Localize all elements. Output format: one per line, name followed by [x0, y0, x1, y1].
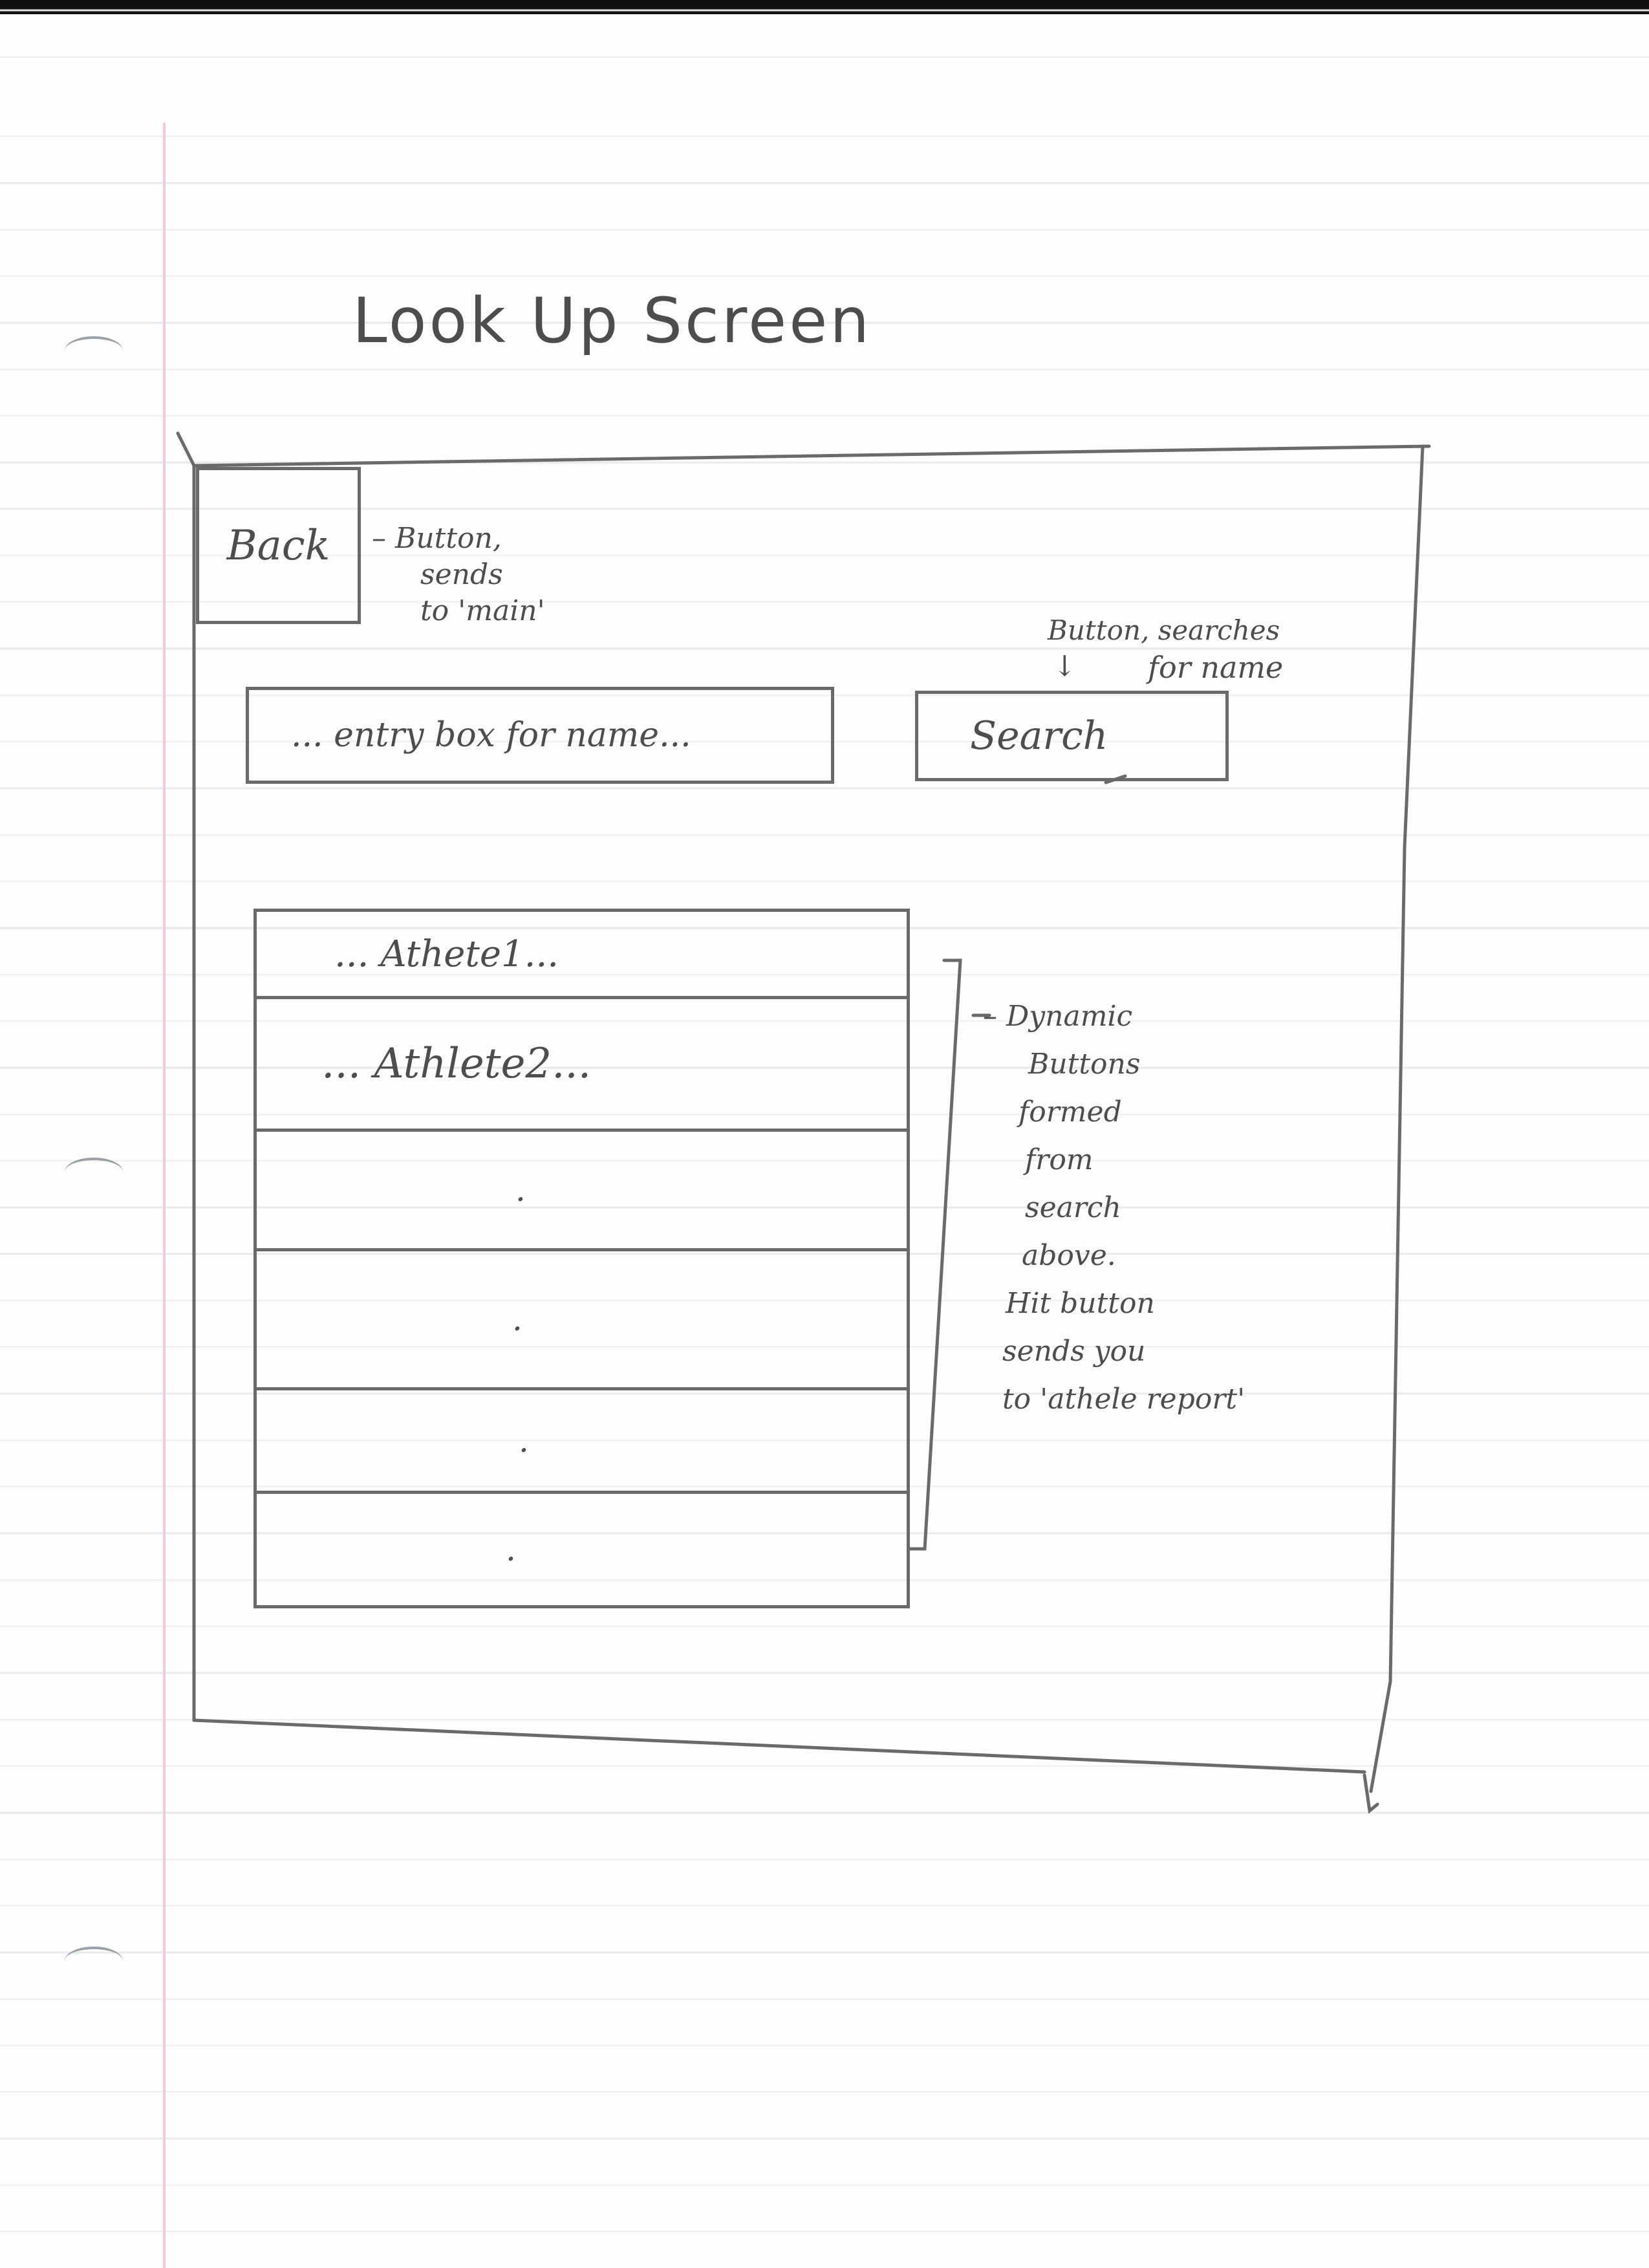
result-row-label: . [512, 1301, 523, 1338]
results-note-line: sends you [1002, 1335, 1146, 1368]
results-note-line: Hit button [1006, 1287, 1155, 1320]
search-button-label: Search [970, 713, 1108, 759]
back-button-label: Back [226, 521, 330, 570]
result-row-button[interactable]: . [257, 1251, 907, 1390]
search-button[interactable]: Search [915, 691, 1229, 781]
results-note-line: above. [1022, 1239, 1116, 1272]
back-note: – Button, sends to 'main' [372, 521, 545, 629]
back-note-line: – Button, [372, 522, 502, 555]
paper-sheet: Look Up Screen Back – Button, sends to '… [0, 0, 1649, 2268]
frame-top-line [176, 431, 1431, 468]
search-note-arrow: ↓ [1053, 650, 1077, 683]
results-note-line: to 'athele report' [1002, 1383, 1245, 1416]
search-note-line: Button, searches [1048, 614, 1280, 646]
results-note: – Dynamic Buttons formed from search abo… [983, 993, 1245, 1423]
result-row-label: . [506, 1531, 516, 1568]
result-row-button[interactable]: . [257, 1132, 907, 1251]
back-button[interactable]: Back [196, 467, 361, 624]
search-note-line: for name [1148, 650, 1284, 685]
result-row-button[interactable]: ... Athete1... [257, 912, 907, 999]
results-list: ... Athete1... ... Athlete2... . . . . [253, 909, 910, 1608]
back-note-line: sends [420, 558, 503, 591]
results-note-line: search [1025, 1191, 1121, 1224]
result-row-label: . [519, 1421, 529, 1460]
result-row-button[interactable]: . [257, 1494, 907, 1605]
results-note-line: formed [1018, 1096, 1122, 1129]
result-row-button[interactable]: . [257, 1390, 907, 1494]
result-row-label: ... Athlete2... [321, 1040, 592, 1088]
results-note-line: from [1025, 1143, 1094, 1176]
results-note-line: Buttons [1028, 1048, 1141, 1081]
name-entry-placeholder: ... entry box for name... [291, 716, 691, 755]
name-entry-box[interactable]: ... entry box for name... [246, 687, 834, 784]
result-row-button[interactable]: ... Athlete2... [257, 999, 907, 1132]
back-note-line: to 'main' [420, 594, 545, 627]
results-note-line: – Dynamic [983, 1000, 1133, 1033]
result-row-label: ... Athete1... [334, 933, 559, 975]
result-row-label: . [515, 1171, 526, 1209]
